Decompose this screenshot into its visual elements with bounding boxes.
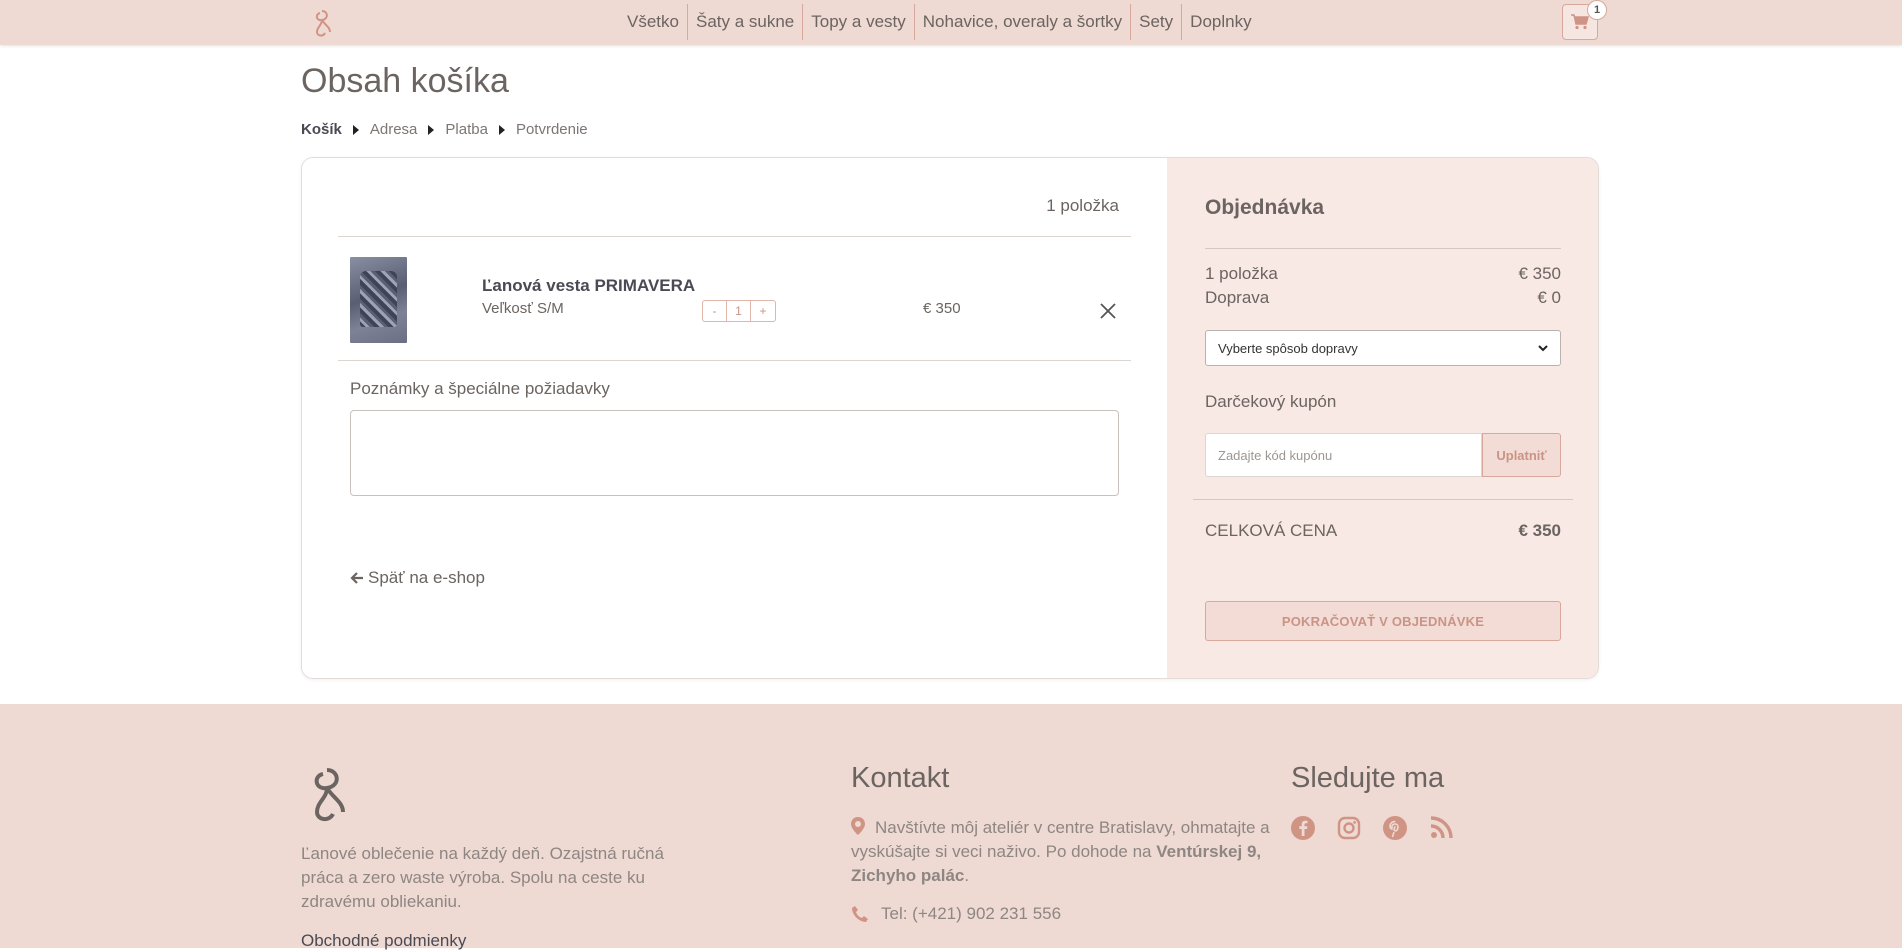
- summary-items-value: € 350: [1518, 264, 1561, 283]
- notes-label: Poznámky a špeciálne požiadavky: [350, 379, 610, 398]
- footer: Ľanové oblečenie na každý deň. Ozajstná …: [0, 704, 1902, 951]
- cart-count-badge: 1: [1587, 0, 1607, 20]
- rss-icon[interactable]: [1429, 816, 1453, 840]
- map-marker-icon: [851, 817, 865, 835]
- logo-icon[interactable]: [309, 7, 335, 39]
- facebook-icon[interactable]: [1291, 816, 1315, 840]
- contact-phone-text: Tel: (+421) 902 231 556: [881, 904, 1062, 923]
- breadcrumb-step-confirmation: Potvrdenie: [515, 121, 588, 138]
- product-name[interactable]: Ľanová vesta PRIMAVERA: [482, 276, 695, 296]
- total-row: CELKOVÁ CENA € 350: [1205, 521, 1561, 541]
- summary-items-row: 1 položka € 350: [1205, 264, 1561, 284]
- contact-phone[interactable]: Tel: (+421) 902 231 556: [851, 904, 1061, 924]
- contact-heading: Kontakt: [851, 762, 950, 794]
- summary-title: Objednávka: [1205, 196, 1325, 219]
- close-icon[interactable]: [1099, 302, 1117, 320]
- chevron-right-icon: [498, 124, 505, 135]
- breadcrumb-step-cart[interactable]: Košík: [301, 121, 342, 138]
- top-nav-bar: Všetko Šaty a sukne Topy a vesty Nohavic…: [0, 0, 1902, 45]
- nav-link-topy-a-vesty[interactable]: Topy a vesty: [803, 4, 915, 40]
- quantity-increase-button[interactable]: +: [751, 301, 775, 321]
- order-summary-panel: Objednávka 1 položka € 350 Doprava € 0 V…: [1167, 158, 1598, 678]
- breadcrumb: Košík Adresa Platba Potvrdenie: [301, 121, 588, 138]
- chevron-down-icon: [1538, 344, 1548, 351]
- summary-shipping-value: € 0: [1537, 288, 1561, 307]
- nav-link-doplnky[interactable]: Doplnky: [1182, 4, 1259, 40]
- social-links: [1291, 816, 1453, 840]
- divider: [338, 236, 1131, 237]
- nav-link-saty-a-sukne[interactable]: Šaty a sukne: [688, 4, 804, 40]
- total-value: € 350: [1518, 521, 1561, 540]
- chevron-right-icon: [352, 124, 359, 135]
- quantity-stepper: - 1 +: [702, 300, 776, 322]
- back-link-label: Späť na e-shop: [368, 568, 485, 587]
- breadcrumb-step-address: Adresa: [369, 121, 418, 138]
- summary-items-label: 1 položka: [1205, 264, 1278, 283]
- summary-shipping-row: Doprava € 0: [1205, 288, 1561, 308]
- coupon-input[interactable]: Zadajte kód kupónu: [1205, 433, 1482, 477]
- footer-description: Ľanové oblečenie na každý deň. Ozajstná …: [301, 844, 664, 911]
- chevron-right-icon: [428, 124, 435, 135]
- nav-link-vsetko[interactable]: Všetko: [619, 4, 688, 40]
- breadcrumb-step-payment: Platba: [445, 121, 488, 138]
- pinterest-icon[interactable]: [1383, 816, 1407, 840]
- total-label: CELKOVÁ CENA: [1205, 521, 1338, 540]
- coupon-label: Darčekový kupón: [1205, 392, 1337, 411]
- product-image[interactable]: [350, 257, 407, 343]
- phone-icon: [852, 906, 868, 922]
- apply-coupon-button[interactable]: Uplatniť: [1482, 433, 1561, 477]
- continue-order-button[interactable]: POKRAČOVAŤ V OBJEDNÁVKE: [1205, 601, 1561, 641]
- coupon-group: Zadajte kód kupónu Uplatniť: [1205, 433, 1561, 477]
- product-price: € 350: [923, 300, 961, 317]
- shipping-select-value: Vyberte spôsob dopravy: [1218, 340, 1358, 356]
- shipping-method-select[interactable]: Vyberte spôsob dopravy: [1205, 330, 1561, 366]
- divider: [1193, 499, 1573, 500]
- nav-link-sety[interactable]: Sety: [1131, 4, 1183, 40]
- shopping-cart-icon: [1571, 14, 1589, 30]
- cart-items-panel: 1 položka Ľanová vesta PRIMAVERA Veľkosť…: [302, 158, 1167, 678]
- quantity-decrease-button[interactable]: -: [703, 301, 727, 321]
- instagram-icon[interactable]: [1337, 816, 1361, 840]
- contact-text: Navštívte môj ateliér v centre Bratislav…: [851, 817, 1270, 885]
- page-title: Obsah košíka: [301, 62, 509, 100]
- cart-card: 1 položka Ľanová vesta PRIMAVERA Veľkosť…: [301, 157, 1599, 679]
- divider: [1205, 248, 1561, 249]
- arrow-left-icon: [350, 572, 363, 584]
- summary-shipping-label: Doprava: [1205, 288, 1270, 307]
- back-to-shop-link[interactable]: Späť na e-shop: [350, 568, 485, 588]
- follow-heading: Sledujte ma: [1291, 762, 1445, 794]
- main-nav: Všetko Šaty a sukne Topy a vesty Nohavic…: [619, 4, 1260, 40]
- quantity-value[interactable]: 1: [727, 301, 751, 321]
- divider: [338, 360, 1131, 361]
- item-count: 1 položka: [1046, 196, 1119, 215]
- product-size: Veľkosť S/M: [482, 300, 564, 317]
- logo-icon: [314, 768, 345, 821]
- notes-textarea[interactable]: [350, 410, 1119, 496]
- nav-link-nohavice[interactable]: Nohavice, overaly a šortky: [915, 4, 1132, 40]
- terms-link[interactable]: Obchodné podmienky: [301, 931, 466, 951]
